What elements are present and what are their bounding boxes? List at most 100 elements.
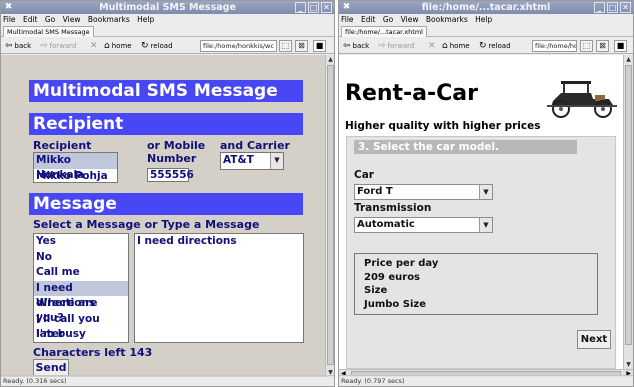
back-button[interactable]: ⇦ back	[341, 39, 371, 53]
home-button[interactable]: ⌂ home	[102, 39, 134, 53]
message-textarea[interactable]: I need directions	[134, 233, 304, 343]
transmission-select[interactable]: Automatic ▼	[354, 217, 493, 233]
title-bar: ✖ Multimodal SMS Message _ □ ✕	[1, 1, 334, 14]
message-option[interactable]: Call me	[34, 265, 128, 281]
chevron-down-icon[interactable]: ▼	[479, 185, 492, 199]
reload-button[interactable]: ↻ reload	[477, 39, 513, 53]
select-message-prompt: Select a Message or Type a Message	[33, 218, 260, 231]
carrier-select[interactable]: AT&T ▼	[220, 152, 284, 170]
zoom-icon[interactable]: ⊠	[295, 40, 308, 52]
chevron-down-icon[interactable]: ▼	[479, 218, 492, 232]
menu-bookmarks[interactable]: Bookmarks	[88, 15, 130, 24]
forward-arrow-icon: ⇨	[378, 41, 386, 51]
send-button[interactable]: Send	[33, 359, 69, 376]
menu-file[interactable]: File	[341, 15, 354, 24]
forward-button[interactable]: ⇨ forward	[376, 39, 416, 53]
reload-icon: ↻	[141, 41, 149, 51]
message-option[interactable]: No	[34, 250, 128, 266]
throbber-icon: ■	[313, 40, 326, 52]
reload-icon: ↻	[479, 41, 487, 51]
vertical-scrollbar[interactable]: ▲ ▼	[623, 55, 633, 369]
status-bar: Ready. (0.316 secs)	[1, 375, 334, 386]
menu-bookmarks[interactable]: Bookmarks	[426, 15, 468, 24]
reload-button[interactable]: ↻ reload	[139, 39, 175, 53]
vertical-scrollbar[interactable]: ▲ ▼	[325, 55, 334, 377]
sms-form: Multimodal SMS Message Recipient Recipie…	[1, 55, 325, 377]
page-content: Rent-a-Car Higher quality with higher pr…	[339, 55, 633, 377]
recipient-listbox[interactable]: Mikko Honkala Mikko Pohja	[33, 152, 118, 183]
message-option[interactable]: Yes	[34, 234, 128, 250]
page-content: Multimodal SMS Message Recipient Recipie…	[1, 55, 334, 377]
back-button[interactable]: ⇦ back	[3, 39, 33, 53]
close-icon[interactable]: ✕	[321, 2, 332, 13]
forward-arrow-icon: ⇨	[40, 41, 48, 51]
car-select[interactable]: Ford T ▼	[354, 184, 493, 200]
message-option[interactable]: I need directions	[34, 280, 128, 309]
stop-button[interactable]: ✕	[88, 39, 100, 53]
minimize-icon[interactable]: _	[295, 2, 306, 13]
menu-go[interactable]: Go	[383, 15, 393, 24]
bookmark-icon[interactable]: ⬚	[279, 40, 292, 52]
throbber-icon: ■	[614, 40, 627, 52]
minimize-icon[interactable]: _	[594, 2, 605, 13]
maximize-icon[interactable]: □	[308, 2, 319, 13]
menu-help[interactable]: Help	[475, 15, 492, 24]
message-option[interactable]: Where are you?	[34, 296, 128, 324]
sms-browser-window: ✖ Multimodal SMS Message _ □ ✕ File Edit…	[0, 0, 335, 387]
chevron-down-icon[interactable]: ▼	[270, 153, 283, 169]
stop-button[interactable]: ✕	[426, 39, 438, 53]
back-arrow-icon: ⇦	[343, 41, 351, 51]
maximize-icon[interactable]: □	[607, 2, 618, 13]
next-button[interactable]: Next	[577, 330, 611, 349]
back-arrow-icon: ⇦	[5, 41, 13, 51]
forward-label: forward	[49, 42, 77, 50]
message-option[interactable]: I'm busy	[34, 327, 128, 343]
car-selection-panel: 3. Select the car model. Car Ford T ▼ Tr…	[346, 136, 616, 369]
url-field[interactable]: file:/home/honkkis/wc	[200, 40, 277, 52]
page-title: Multimodal SMS Message	[29, 80, 303, 102]
scroll-thumb[interactable]	[625, 65, 632, 345]
info-price-value: 209 euros	[364, 271, 421, 283]
message-listbox[interactable]: Yes No Call me I need directions Where a…	[33, 233, 129, 343]
tagline: Higher quality with higher prices	[345, 120, 541, 132]
window-title: Multimodal SMS Message	[99, 2, 236, 13]
home-label: home	[111, 42, 132, 50]
info-size-value: Jumbo Size	[364, 298, 427, 310]
car-browser-window: ✖ file:/home/...tacar.xhtml _ □ ✕ File E…	[338, 0, 634, 387]
home-label: home	[449, 42, 470, 50]
rentacar-page: Rent-a-Car Higher quality with higher pr…	[339, 55, 621, 369]
bookmark-icon[interactable]: ⬚	[580, 40, 593, 52]
tab-strip: file:/home/...tacar.xhtml	[339, 25, 633, 37]
recipient-option[interactable]: Mikko Pohja	[34, 169, 117, 185]
menu-go[interactable]: Go	[45, 15, 55, 24]
menu-view[interactable]: View	[63, 15, 81, 24]
menu-help[interactable]: Help	[137, 15, 154, 24]
tab-sms[interactable]: Multimodal SMS Message	[3, 26, 94, 37]
recipient-option[interactable]: Mikko Honkala	[34, 153, 117, 181]
home-button[interactable]: ⌂ home	[440, 39, 472, 53]
forward-button[interactable]: ⇨ forward	[38, 39, 78, 53]
menu-edit[interactable]: Edit	[23, 15, 38, 24]
menu-edit[interactable]: Edit	[361, 15, 376, 24]
zoom-icon[interactable]: ⊠	[596, 40, 609, 52]
close-icon[interactable]: ✕	[620, 2, 631, 13]
message-option[interactable]: I'll call you later	[34, 312, 128, 340]
page-title: Rent-a-Car	[345, 81, 478, 106]
scroll-thumb[interactable]	[327, 65, 334, 365]
message-heading: Message	[29, 193, 303, 215]
tab-strip: Multimodal SMS Message	[1, 25, 334, 37]
tab-rentacar[interactable]: file:/home/...tacar.xhtml	[341, 26, 427, 37]
nav-toolbar: ⇦ back ⇨ forward ✕ ⌂ home ↻ reload file:/hom…	[1, 38, 334, 54]
menu-file[interactable]: File	[3, 15, 16, 24]
app-icon: ✖	[342, 2, 351, 12]
scroll-up-icon[interactable]: ▲	[326, 55, 334, 64]
reload-label: reload	[150, 42, 173, 50]
recipient-label: Recipient	[33, 139, 92, 152]
stop-icon: ✕	[90, 41, 98, 51]
scroll-up-icon[interactable]: ▲	[624, 55, 633, 64]
url-field[interactable]: file:/home/ho	[532, 40, 577, 52]
number-input[interactable]: 555556	[147, 168, 194, 182]
scroll-down-icon[interactable]: ▼	[624, 360, 633, 369]
menu-view[interactable]: View	[401, 15, 419, 24]
back-label: back	[14, 42, 32, 50]
